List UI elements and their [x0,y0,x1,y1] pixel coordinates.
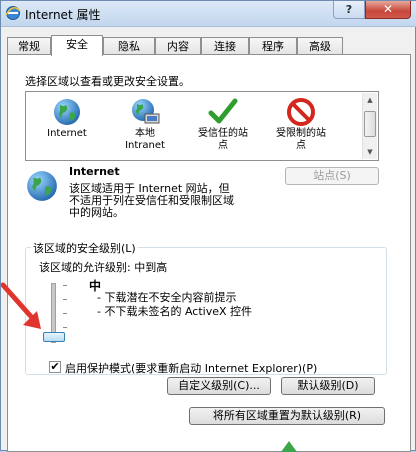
custom-level-button[interactable]: 自定义级别(C)... [167,377,271,395]
annotation-arrow-icon [1,282,41,329]
sites-button[interactable]: 站点(S) [285,167,379,185]
selected-zone-name: Internet [69,165,120,178]
internet-properties-window: Internet 属性 ? ✕ 常规 安全 隐私 内容 连接 程序 高级 选择区… [0,0,416,452]
help-button[interactable]: ? [333,1,365,19]
zone-trusted-sites[interactable]: 受信任的站 点 [184,94,262,158]
default-level-button[interactable]: 默认级别(D) [281,377,375,395]
close-button[interactable]: ✕ [365,1,411,19]
tab-programs[interactable]: 程序 [249,37,297,55]
level-bullet: - 下载潜在不安全内容前提示 [97,291,237,304]
slider-tick [63,313,67,314]
tab-security[interactable]: 安全 [51,35,103,56]
slider-tick [63,285,67,286]
slider-tick [63,327,67,328]
level-bullet: - 不下载未签名的 ActiveX 控件 [97,305,253,318]
zone-label: 本地 [135,128,155,139]
zone-local-intranet[interactable]: 本地 Intranet [106,94,184,158]
zone-label-line2: Intranet [125,140,165,151]
selected-zone-globe-icon [27,171,57,201]
zone-internet[interactable]: Internet [28,94,106,158]
tab-advanced[interactable]: 高级 [297,37,343,55]
security-level-group-title: 该区域的安全级别(L) [31,240,138,256]
selected-zone-description: 该区域适用于 Internet 网站，但 不适用于列在受信任和受限制区域 中的网… [69,183,234,219]
protected-mode-label[interactable]: 启用保护模式(要求重新启动 Internet Explorer)(P) [65,360,317,376]
zone-label: Internet [47,128,87,139]
globe-icon [54,99,80,125]
slider-tick [63,299,67,300]
checkmark-icon [208,98,238,124]
zone-restricted-sites[interactable]: 受限制的站 点 [262,94,340,158]
window-title: Internet 属性 [25,8,101,22]
scroll-thumb[interactable] [364,111,376,137]
allowed-levels-label: 该区域的允许级别: 中到高 [39,261,168,274]
zone-label-line2: 点 [218,140,228,151]
zone-label-line2: 点 [296,140,306,151]
scroll-up-icon[interactable]: ▲ [365,95,375,105]
zone-instruction: 选择区域以查看或更改安全设置。 [25,75,190,88]
ie-app-icon [5,6,21,20]
protected-mode-checkbox[interactable]: ✔ [49,361,61,373]
restricted-icon [287,98,315,126]
title-bar[interactable]: Internet 属性 ? ✕ [1,1,416,27]
zone-label: 受限制的站 [276,128,326,139]
scroll-down-icon[interactable]: ▼ [365,147,375,157]
zone-list: Internet 本地 Intranet 受信任的站 点 受限制的站 点 ▲ ▼ [25,91,379,161]
tab-connections[interactable]: 连接 [201,37,249,55]
tab-privacy[interactable]: 隐私 [103,37,155,55]
zone-list-scrollbar[interactable]: ▲ ▼ [362,93,377,159]
description-line: 中的网站。 [69,206,124,219]
tab-general[interactable]: 常规 [7,37,51,55]
partial-green-icon [281,441,297,452]
zone-label: 受信任的站 [198,128,248,139]
security-level-details: - 下载潜在不安全内容前提示 - 不下载未签名的 ActiveX 控件 [97,291,252,319]
intranet-globe-icon [132,99,160,124]
tab-content[interactable]: 内容 [155,37,201,55]
reset-all-zones-button[interactable]: 将所有区域重置为默认级别(R) [189,407,385,425]
